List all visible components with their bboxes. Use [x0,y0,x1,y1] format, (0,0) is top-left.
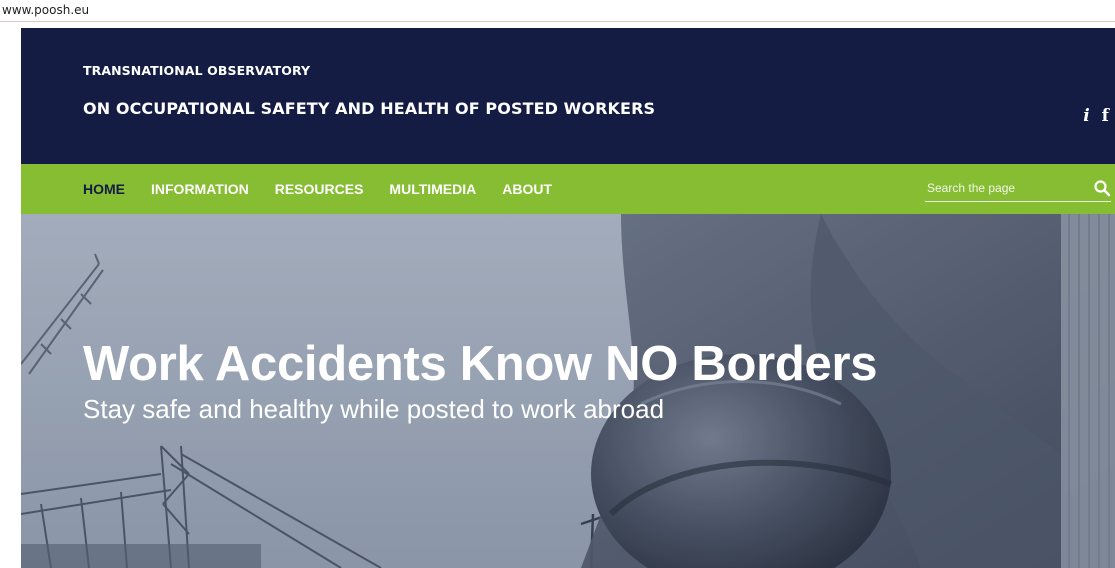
nav-menu: HOME INFORMATION RESOURCES MULTIMEDIA AB… [83,164,578,214]
site-header: TRANSNATIONAL OBSERVATORY ON OCCUPATIONA… [21,28,1115,164]
main-navigation: HOME INFORMATION RESOURCES MULTIMEDIA AB… [21,164,1115,214]
nav-item-multimedia[interactable]: MULTIMEDIA [389,181,476,197]
website: TRANSNATIONAL OBSERVATORY ON OCCUPATIONA… [21,28,1115,568]
search-icon[interactable] [1093,179,1111,197]
nav-item-resources[interactable]: RESOURCES [275,181,364,197]
address-bar[interactable]: www.poosh.eu [0,0,1115,22]
hero-headline: Work Accidents Know NO Borders [83,337,878,391]
hero-subtitle: Stay safe and healthy while posted to wo… [83,394,665,424]
search-box [925,176,1111,202]
search-input[interactable] [925,177,1079,199]
hero-banner: Work Accidents Know NO Borders Stay safe… [21,214,1115,568]
facebook-icon[interactable]: f [1102,106,1109,126]
site-title-main: ON OCCUPATIONAL SAFETY AND HEALTH OF POS… [83,99,656,118]
social-links: i f [1083,106,1109,126]
nav-item-home[interactable]: HOME [83,181,125,197]
nav-item-about[interactable]: ABOUT [502,181,552,197]
site-title-top: TRANSNATIONAL OBSERVATORY [83,63,311,78]
nav-item-information[interactable]: INFORMATION [151,181,249,197]
info-icon[interactable]: i [1083,106,1089,126]
url-text: www.poosh.eu [2,3,90,17]
